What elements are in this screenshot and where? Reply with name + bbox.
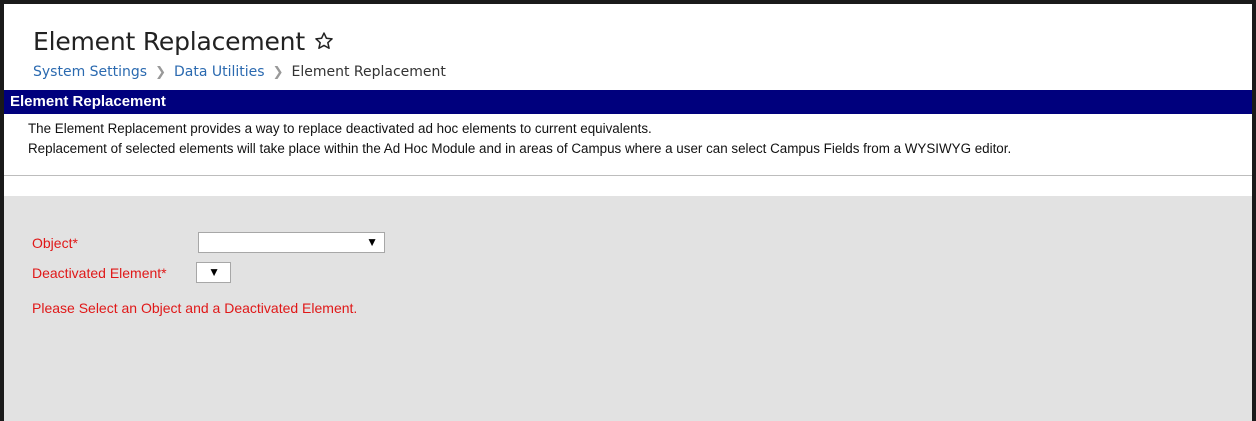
form-area: Object* ▼ Deactivated Element* ▼ Please … xyxy=(4,196,1252,421)
page-header: Element Replacement System Settings ❯ Da… xyxy=(4,4,1252,90)
object-select[interactable]: ▼ xyxy=(198,232,385,253)
triangle-down-icon: ▼ xyxy=(366,235,378,249)
breadcrumb-current: Element Replacement xyxy=(291,64,446,80)
deactivated-element-row: Deactivated Element* ▼ xyxy=(32,262,231,283)
title-row: Element Replacement xyxy=(33,24,1252,58)
description-line: The Element Replacement provides a way t… xyxy=(28,121,652,136)
section-header: Element Replacement xyxy=(4,90,1252,114)
chevron-right-icon: ❯ xyxy=(272,64,284,80)
breadcrumb-system-settings[interactable]: System Settings xyxy=(33,64,147,80)
section-description: The Element Replacement provides a way t… xyxy=(4,114,1252,176)
breadcrumb: System Settings ❯ Data Utilities ❯ Eleme… xyxy=(33,64,1252,80)
triangle-down-icon: ▼ xyxy=(208,265,220,279)
object-row: Object* ▼ xyxy=(32,232,385,253)
description-line: Replacement of selected elements will ta… xyxy=(28,141,1012,156)
deactivated-element-select[interactable]: ▼ xyxy=(196,262,231,283)
deactivated-element-label: Deactivated Element* xyxy=(32,264,167,281)
star-icon[interactable] xyxy=(314,31,334,51)
object-label: Object* xyxy=(32,234,78,251)
page-title: Element Replacement xyxy=(33,26,305,56)
validation-message: Please Select an Object and a Deactivate… xyxy=(32,300,358,316)
chevron-right-icon: ❯ xyxy=(155,64,166,80)
breadcrumb-data-utilities[interactable]: Data Utilities xyxy=(174,64,265,80)
